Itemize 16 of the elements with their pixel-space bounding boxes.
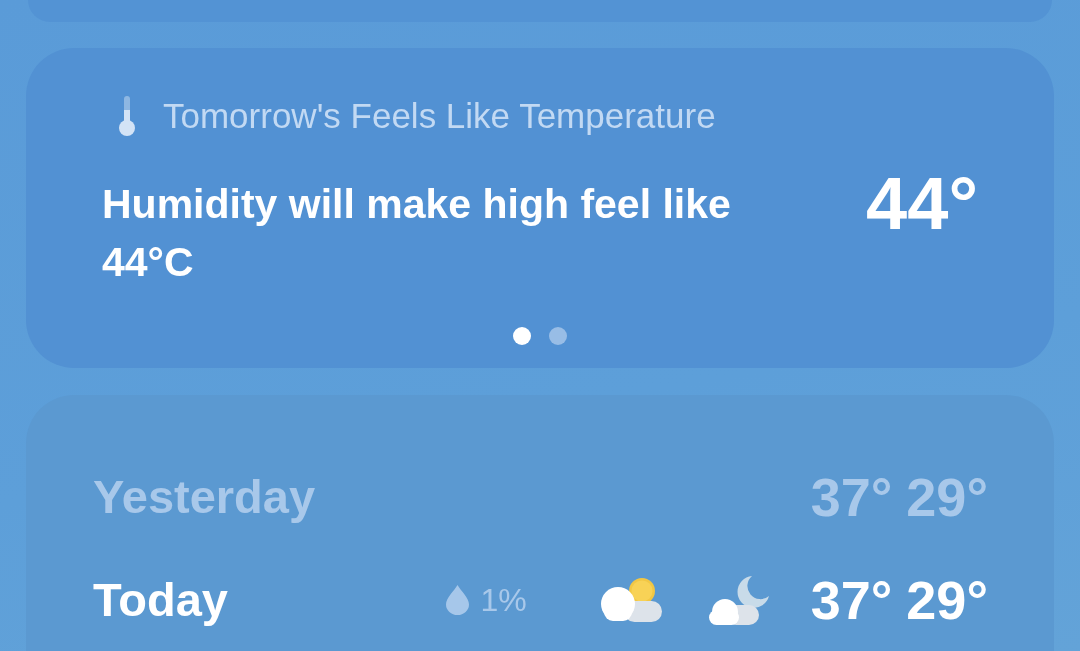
page-dot[interactable] bbox=[549, 327, 567, 345]
sun-cloud-icon bbox=[599, 577, 662, 623]
day-label: Yesterday bbox=[93, 469, 317, 525]
page-dot[interactable] bbox=[513, 327, 531, 345]
drop-icon bbox=[445, 585, 471, 615]
high-temperature: 37° bbox=[810, 467, 893, 527]
feels-like-temperature: 44° bbox=[866, 174, 978, 234]
low-temperature: 29° bbox=[906, 467, 988, 527]
thermometer-icon bbox=[118, 96, 136, 136]
day-label: Today bbox=[93, 572, 229, 628]
precipitation-text: 1% bbox=[480, 581, 527, 620]
high-temperature: 37° bbox=[810, 570, 893, 630]
card-title: Tomorrow's Feels Like Temperature bbox=[163, 96, 716, 136]
moon-cloud-icon bbox=[707, 574, 770, 626]
feels-like-message: Humidity will make high feel like 44°C bbox=[102, 180, 732, 287]
low-temperature: 29° bbox=[906, 570, 988, 630]
